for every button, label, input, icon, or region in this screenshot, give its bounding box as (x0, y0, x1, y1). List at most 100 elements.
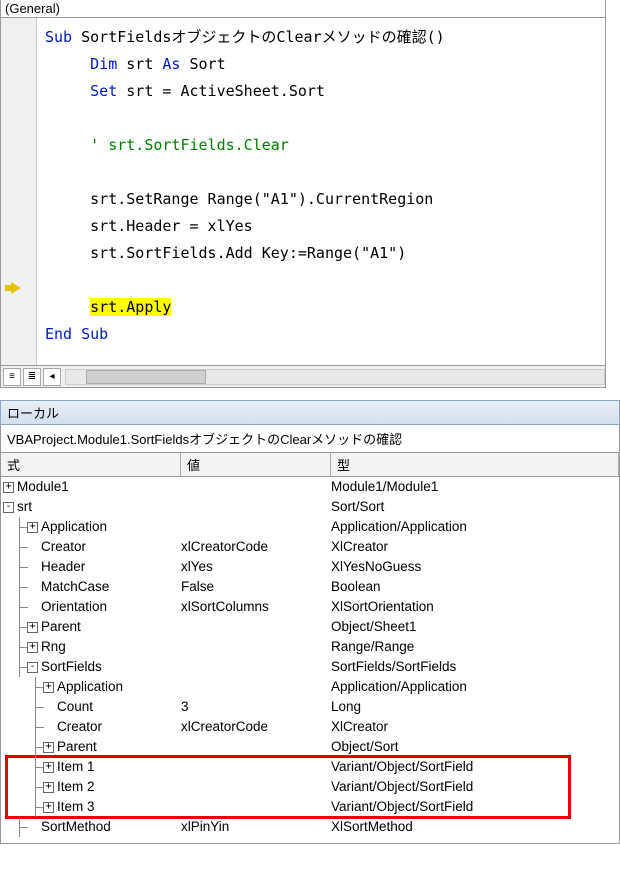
tree-expression: - SortFields (1, 657, 181, 677)
tree-expression: SortMethod (1, 817, 181, 837)
code-body[interactable]: Sub SortFieldsオブジェクトのClearメソッドの確認() Dim … (37, 18, 605, 365)
tree-expression: Creator (1, 537, 181, 557)
expand-icon[interactable]: + (43, 742, 54, 753)
scrollbar-thumb[interactable] (86, 370, 206, 384)
tree-expression: + Item 2 (1, 777, 181, 797)
view-controls: ≡ ≣ ◂ (0, 366, 606, 388)
tree-expression: MatchCase (1, 577, 181, 597)
expand-icon[interactable]: + (43, 762, 54, 773)
tree-row[interactable]: Header xlYesXlYesNoGuess (1, 557, 619, 577)
tree-name: SortMethod (41, 817, 111, 837)
tree-name: Count (57, 697, 93, 717)
full-module-view-button[interactable]: ≣ (23, 368, 41, 386)
current-line: srt.Apply (90, 298, 171, 316)
tree-type: XlSortOrientation (331, 597, 619, 617)
expand-icon[interactable]: + (3, 482, 14, 493)
expand-icon[interactable]: + (43, 802, 54, 813)
tree-expression: + Application (1, 517, 181, 537)
tree-row[interactable]: Creator xlCreatorCodeXlCreator (1, 717, 619, 737)
tree-name: Application (57, 677, 123, 697)
tree-expression: Creator (1, 717, 181, 737)
expand-icon[interactable]: + (27, 622, 38, 633)
tree-name: Item 1 (57, 757, 95, 777)
tree-row[interactable]: + Item 1Variant/Object/SortField (1, 757, 619, 777)
tree-type: Range/Range (331, 637, 619, 657)
tree-row[interactable]: MatchCase FalseBoolean (1, 577, 619, 597)
tree-value: xlYes (181, 557, 331, 577)
tree-row[interactable]: + Module1 Module1/Module1 (1, 477, 619, 497)
tree-row[interactable]: - SortFields SortFields/SortFields (1, 657, 619, 677)
locals-tree[interactable]: + Module1Module1/Module1- srtSort/Sort+ … (0, 477, 620, 844)
tree-row[interactable]: + Item 3Variant/Object/SortField (1, 797, 619, 817)
tree-row[interactable]: + Parent Object/Sort (1, 737, 619, 757)
tree-type: XlSortMethod (331, 817, 619, 837)
scroll-left-button[interactable]: ◂ (43, 368, 61, 386)
context-bar[interactable]: VBAProject.Module1.SortFieldsオブジェクトのClea… (0, 425, 620, 453)
collapse-icon[interactable]: - (27, 662, 38, 673)
tree-name: Parent (41, 617, 81, 637)
tree-row[interactable]: + ParentObject/Sheet1 (1, 617, 619, 637)
tree-expression: Count (1, 697, 181, 717)
tree-value: xlPinYin (181, 817, 331, 837)
tree-row[interactable]: + Rng Range/Range (1, 637, 619, 657)
tree-row[interactable]: Creator xlCreatorCodeXlCreator (1, 537, 619, 557)
tree-expression: + Item 1 (1, 757, 181, 777)
tree-type: Variant/Object/SortField (331, 777, 619, 797)
tree-type: Module1/Module1 (331, 477, 619, 497)
expand-icon[interactable]: + (27, 522, 38, 533)
tree-row[interactable]: + Application Application/Application (1, 677, 619, 697)
tree-type: XlYesNoGuess (331, 557, 619, 577)
horizontal-scrollbar[interactable] (65, 369, 605, 385)
locals-panel-title: ローカル (0, 400, 620, 425)
expand-icon[interactable]: + (27, 642, 38, 653)
expand-icon[interactable]: + (43, 782, 54, 793)
tree-row[interactable]: SortMethod xlPinYinXlSortMethod (1, 817, 619, 837)
locals-grid-header: 式 値 型 (0, 453, 620, 477)
tree-expression: - srt (1, 497, 181, 517)
collapse-icon[interactable]: - (3, 502, 14, 513)
tree-type: Object/Sort (331, 737, 619, 757)
tree-name: Orientation (41, 597, 107, 617)
tree-type: Long (331, 697, 619, 717)
tree-row[interactable]: Count 3Long (1, 697, 619, 717)
tree-type: SortFields/SortFields (331, 657, 619, 677)
tree-expression: + Application (1, 677, 181, 697)
header-expression[interactable]: 式 (1, 453, 181, 476)
object-dropdown[interactable]: (General) (0, 0, 606, 18)
tree-expression: + Item 3 (1, 797, 181, 817)
tree-name: Creator (41, 537, 86, 557)
tree-expression: + Module1 (1, 477, 181, 497)
tree-value: False (181, 577, 331, 597)
tree-expression: + Rng (1, 637, 181, 657)
tree-type: XlCreator (331, 717, 619, 737)
tree-name: Application (41, 517, 107, 537)
tree-value: 3 (181, 697, 331, 717)
tree-name: SortFields (41, 657, 102, 677)
tree-row[interactable]: - srt Sort/Sort (1, 497, 619, 517)
expand-icon[interactable]: + (43, 682, 54, 693)
tree-type: Sort/Sort (331, 497, 619, 517)
tree-type: Boolean (331, 577, 619, 597)
tree-row[interactable]: + Item 2 Variant/Object/SortField (1, 777, 619, 797)
margin-gutter (1, 18, 37, 365)
tree-expression: + Parent (1, 617, 181, 637)
tree-type: XlCreator (331, 537, 619, 557)
tree-expression: + Parent (1, 737, 181, 757)
header-value[interactable]: 値 (181, 453, 331, 476)
header-type[interactable]: 型 (331, 453, 619, 476)
tree-name: Item 3 (57, 797, 95, 817)
tree-type: Application/Application (331, 517, 619, 537)
code-editor[interactable]: Sub SortFieldsオブジェクトのClearメソッドの確認() Dim … (0, 18, 606, 366)
tree-name: MatchCase (41, 577, 109, 597)
dropdown-value: (General) (5, 1, 60, 16)
tree-value: xlCreatorCode (181, 717, 331, 737)
tree-type: Application/Application (331, 677, 619, 697)
tree-row[interactable]: Orientation xlSortColumnsXlSortOrientatio… (1, 597, 619, 617)
tree-name: Header (41, 557, 85, 577)
tree-name: Creator (57, 717, 102, 737)
tree-value: xlSortColumns (181, 597, 331, 617)
tree-row[interactable]: + Application Application/Application (1, 517, 619, 537)
procedure-view-button[interactable]: ≡ (3, 368, 21, 386)
tree-value: xlCreatorCode (181, 537, 331, 557)
tree-expression: Header (1, 557, 181, 577)
